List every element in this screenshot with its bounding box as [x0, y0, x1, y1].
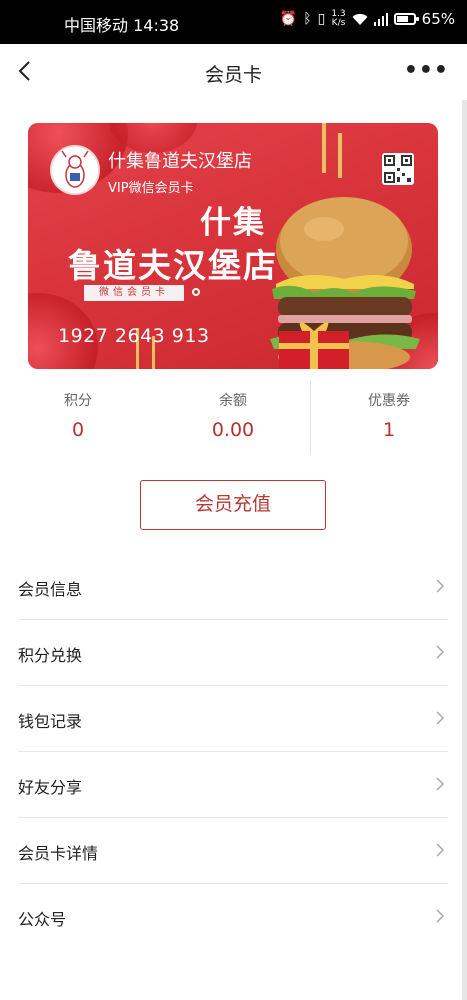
badge-dot-icon	[192, 288, 200, 296]
card-number: 1927 2643 913	[58, 325, 210, 347]
card-headline-line2: 鲁道夫汉堡店	[68, 246, 278, 285]
menu-item-label: 好友分享	[18, 778, 83, 797]
stat-value: 0.00	[211, 419, 255, 441]
card-headline-line1: 什集	[200, 205, 266, 241]
status-bar: 中国移动 14:38 ⏰ ᛒ ▯ 1.3 K/s 65%	[0, 0, 467, 44]
qr-code-icon[interactable]	[382, 153, 414, 185]
title-bar: 会员卡 •••	[0, 44, 467, 100]
menu-item-card-details[interactable]: 会员卡详情	[18, 818, 448, 884]
gift-box-image	[279, 322, 349, 369]
menu-list: 会员信息 积分兑换 钱包记录 好友分享 会员卡详情 公众号	[18, 554, 448, 949]
wechat-card-badge: 微信会员卡	[84, 285, 184, 301]
menu-item-official-account[interactable]: 公众号	[18, 884, 448, 949]
menu-item-label: 会员信息	[18, 580, 83, 599]
stat-value: 0	[71, 419, 85, 441]
battery-icon	[393, 13, 419, 25]
menu-item-member-info[interactable]: 会员信息	[18, 554, 448, 620]
stat-label: 余额	[219, 393, 247, 409]
mascot-icon	[61, 150, 89, 188]
shop-name: 什集鲁道夫汉堡店	[108, 151, 252, 172]
stat-coupons[interactable]: 优惠券 1	[311, 380, 467, 441]
membership-card[interactable]: 什集鲁道夫汉堡店 VIP微信会员卡 什集 鲁道夫汉堡店 微信会员卡 1927 2…	[28, 123, 438, 369]
card-type-label: VIP微信会员卡	[108, 181, 194, 196]
stat-label: 优惠券	[368, 393, 410, 409]
menu-item-label: 钱包记录	[18, 712, 83, 731]
chevron-right-icon	[436, 579, 445, 593]
more-options-button[interactable]: •••	[404, 58, 449, 83]
stat-label: 积分	[64, 393, 92, 409]
recharge-button[interactable]: 会员充值	[140, 480, 326, 530]
menu-item-wallet-records[interactable]: 钱包记录	[18, 686, 448, 752]
chevron-right-icon	[436, 711, 445, 725]
network-speed: 1.3 K/s	[331, 9, 346, 28]
member-stats: 积分 0 余额 0.00 优惠券 1	[0, 380, 467, 456]
stat-value: 1	[382, 419, 396, 441]
wifi-icon	[352, 13, 368, 25]
stat-points[interactable]: 积分 0	[0, 380, 156, 441]
menu-item-label: 积分兑换	[18, 646, 83, 665]
scrollbar[interactable]	[462, 100, 467, 1000]
vibrate-icon: ▯	[317, 11, 326, 27]
carrier-time: 中国移动 14:38	[64, 16, 180, 35]
chevron-right-icon	[436, 909, 445, 923]
battery-percent: 65%	[421, 10, 455, 28]
status-icons: ⏰ ᛒ ▯ 1.3 K/s 65%	[279, 9, 455, 29]
menu-item-label: 公众号	[18, 910, 67, 929]
chevron-right-icon	[436, 843, 445, 857]
bluetooth-icon: ᛒ	[303, 11, 312, 27]
page-title: 会员卡	[204, 64, 262, 86]
chevron-right-icon	[436, 645, 445, 659]
chevron-right-icon	[436, 777, 445, 791]
signal-icon	[373, 12, 388, 26]
menu-item-label: 会员卡详情	[18, 844, 99, 863]
gold-ornament-icon	[322, 123, 342, 178]
menu-item-points-exchange[interactable]: 积分兑换	[18, 620, 448, 686]
alarm-icon: ⏰	[279, 11, 298, 27]
shop-logo	[50, 145, 100, 195]
stat-balance[interactable]: 余额 0.00	[155, 380, 311, 441]
menu-item-share-friends[interactable]: 好友分享	[18, 752, 448, 818]
